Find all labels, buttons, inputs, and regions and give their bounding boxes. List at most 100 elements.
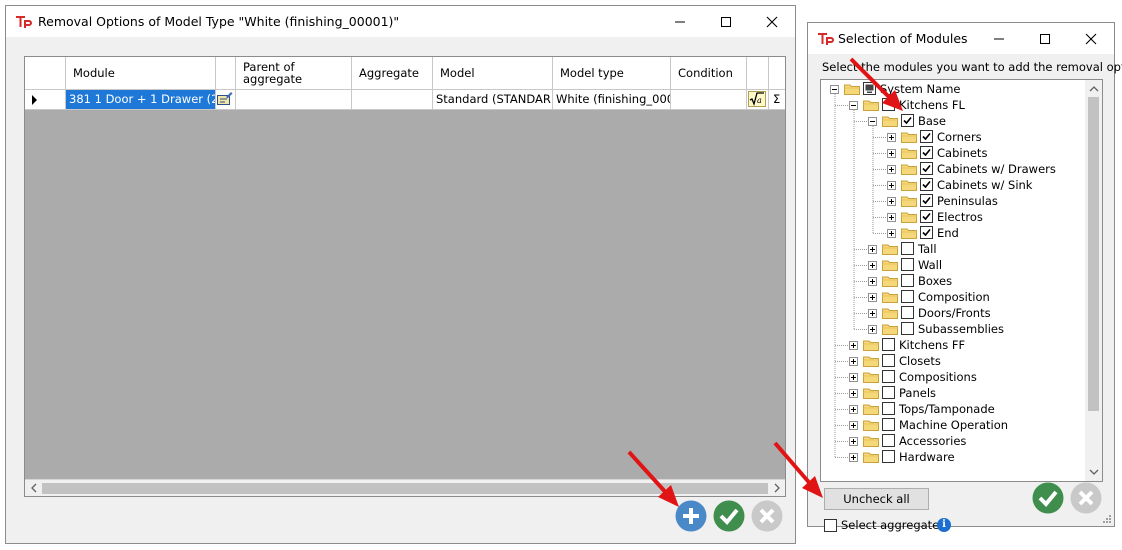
cancel-button[interactable] [751,500,783,532]
modules-title-bar[interactable]: Selection of Modules [808,23,1114,54]
minimize-button[interactable] [657,6,703,37]
expand-plus-icon[interactable] [868,277,877,286]
expand-plus-icon[interactable] [887,181,896,190]
tp-logo-icon [16,16,32,28]
expand-plus-icon[interactable] [849,453,858,462]
scroll-up-icon[interactable] [1089,84,1099,94]
column-header-condition[interactable]: Condition [671,57,747,89]
add-button[interactable] [675,500,707,532]
vertical-scroll-thumb[interactable] [1088,97,1099,411]
expand-plus-icon[interactable] [849,341,858,350]
tree-item-label: Base [918,114,947,128]
scroll-left-icon[interactable] [29,483,39,493]
modules-window-title: Selection of Modules [838,31,968,46]
expand-plus-icon[interactable] [868,261,877,270]
tree-item-checkbox[interactable] [901,274,914,287]
expand-plus-icon[interactable] [849,373,858,382]
expand-plus-icon[interactable] [887,229,896,238]
tree-item-checkbox[interactable] [920,210,933,223]
scroll-right-icon[interactable] [772,483,782,493]
tree-item-checkbox[interactable] [901,258,914,271]
tree-item-checkbox[interactable] [920,162,933,175]
vertical-scrollbar[interactable] [1085,80,1102,481]
expand-plus-icon[interactable] [868,293,877,302]
cell-parent-of-aggregate[interactable] [236,90,352,109]
expand-plus-icon[interactable] [887,213,896,222]
tree-item-checkbox[interactable] [920,226,933,239]
row-selector[interactable] [25,90,66,109]
tree-item-checkbox[interactable] [901,322,914,335]
collapse-minus-icon[interactable] [868,117,877,126]
module-picker-button[interactable] [216,90,236,109]
title-bar[interactable]: Removal Options of Model Type "White (fi… [6,6,795,37]
horizontal-scrollbar[interactable] [25,479,785,496]
tree-item-checkbox[interactable] [882,402,895,415]
column-header-model[interactable]: Model [433,57,553,89]
cell-condition[interactable] [671,90,747,109]
column-header-model-type[interactable]: Model type [553,57,671,89]
close-button[interactable] [749,6,795,37]
removal-options-grid[interactable]: Module Parent of aggregate Aggregate Mod… [24,56,786,497]
modules-minimize-button[interactable] [976,23,1022,54]
tree-item-checkbox[interactable] [901,290,914,303]
tree-item-checkbox[interactable] [882,98,895,111]
expand-plus-icon[interactable] [849,421,858,430]
select-aggregates-checkbox[interactable] [824,519,837,532]
expand-plus-icon[interactable] [887,165,896,174]
maximize-icon [721,17,731,27]
cell-model-type[interactable]: White (finishing_00001) [553,90,671,109]
expand-plus-icon[interactable] [868,245,877,254]
cell-aggregate[interactable] [352,90,433,109]
sum-column-button[interactable]: Σ [769,90,785,109]
tree-item-checkbox[interactable] [920,194,933,207]
tree-item-checkbox[interactable] [882,434,895,447]
column-header-module[interactable]: Module [66,57,216,89]
modules-maximize-button[interactable] [1022,23,1068,54]
expand-plus-icon[interactable] [868,309,877,318]
maximize-button[interactable] [703,6,749,37]
tree-item-checkbox[interactable] [882,338,895,351]
expand-plus-icon[interactable] [887,149,896,158]
scroll-down-icon[interactable] [1089,467,1099,477]
tree-item-label: Composition [918,290,990,304]
tree-item-checkbox[interactable] [920,146,933,159]
check-circle-icon [1032,482,1064,514]
tree-item-label: Boxes [918,274,953,288]
tree-item-checkbox[interactable] [882,354,895,367]
ok-button[interactable] [713,500,745,532]
expand-plus-icon[interactable] [849,389,858,398]
condition-formula-button[interactable]: a [747,90,769,109]
tree-item-checkbox[interactable] [882,418,895,431]
expand-plus-icon[interactable] [849,437,858,446]
uncheck-all-button[interactable]: Uncheck all [824,488,929,510]
column-header-parent-of-aggregate[interactable]: Parent of aggregate [236,57,352,89]
expand-plus-icon[interactable] [868,325,877,334]
tree-item-checkbox[interactable] [882,450,895,463]
tree-item-checkbox[interactable] [882,370,895,383]
modules-cancel-button[interactable] [1070,482,1102,514]
tree-item-checkbox[interactable] [920,178,933,191]
expand-plus-icon[interactable] [849,357,858,366]
modules-close-button[interactable] [1068,23,1114,54]
tree-item-checkbox[interactable] [901,114,914,127]
resize-grip-icon[interactable] [1102,514,1112,524]
horizontal-scroll-thumb[interactable] [42,483,768,494]
tree-item-checkbox[interactable] [882,386,895,399]
info-icon[interactable]: i [937,518,951,532]
tree-item-checkbox[interactable] [920,130,933,143]
expand-plus-icon[interactable] [849,405,858,414]
expand-plus-icon[interactable] [887,197,896,206]
modules-tree[interactable]: System Name Kitchens FL Base Corners Cabinet… [820,79,1103,482]
cell-module[interactable]: 381 1 Door + 1 Drawer (2100) [66,90,216,109]
row-header-corner [25,57,66,89]
tree-item-checkbox[interactable] [901,242,914,255]
collapse-minus-icon[interactable] [849,101,858,110]
expand-plus-icon[interactable] [887,133,896,142]
column-header-aggregate[interactable]: Aggregate [352,57,433,89]
table-row[interactable]: 381 1 Door + 1 Drawer (2100) Standard (S… [25,89,785,110]
tree-item-checkbox[interactable] [901,306,914,319]
collapse-minus-icon[interactable] [830,85,839,94]
cell-model[interactable]: Standard (STANDARD) [433,90,553,109]
modules-ok-button[interactable] [1032,482,1064,514]
folder-icon [882,307,898,319]
